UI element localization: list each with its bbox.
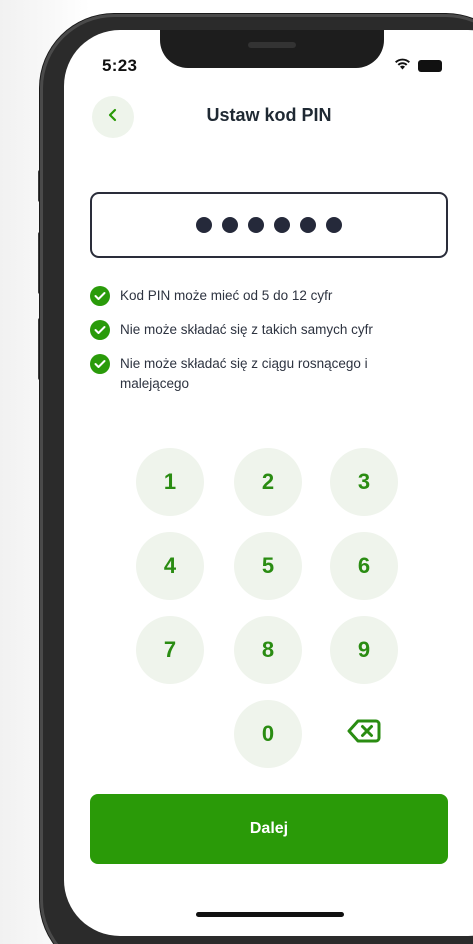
pin-input[interactable] xyxy=(90,192,448,258)
key-9[interactable]: 9 xyxy=(330,616,398,684)
status-time: 5:23 xyxy=(102,56,138,75)
key-4[interactable]: 4 xyxy=(136,532,204,600)
pin-rules-list: Kod PIN może mieć od 5 do 12 cyfr Nie mo… xyxy=(90,286,430,408)
battery-icon xyxy=(418,60,442,72)
pin-rule: Kod PIN może mieć od 5 do 12 cyfr xyxy=(90,286,430,306)
key-8[interactable]: 8 xyxy=(234,616,302,684)
pin-dot xyxy=(274,217,290,233)
check-circle-icon xyxy=(90,286,110,306)
check-circle-icon xyxy=(90,354,110,374)
status-icons xyxy=(394,57,442,75)
pin-dot xyxy=(326,217,342,233)
pin-dot xyxy=(248,217,264,233)
next-button[interactable]: Dalej xyxy=(90,794,448,864)
page-title: Ustaw kod PIN xyxy=(206,105,332,125)
phone-screen: 5:23 Ustaw kod PIN Kod PIN może mieć od … xyxy=(64,30,473,936)
notch xyxy=(160,30,384,68)
wifi-icon xyxy=(394,57,411,75)
key-6[interactable]: 6 xyxy=(330,532,398,600)
key-3[interactable]: 3 xyxy=(330,448,398,516)
key-5[interactable]: 5 xyxy=(234,532,302,600)
stage: 5:23 Ustaw kod PIN Kod PIN może mieć od … xyxy=(0,0,473,944)
pin-rule-text: Nie może składać się z takich samych cyf… xyxy=(120,322,373,337)
home-indicator xyxy=(196,912,344,917)
pin-dot xyxy=(196,217,212,233)
pin-dot xyxy=(222,217,238,233)
pin-rule-text: Nie może składać się z ciągu rosnącego i… xyxy=(120,356,368,391)
key-0[interactable]: 0 xyxy=(234,700,302,768)
speaker-grille xyxy=(248,42,296,48)
backspace-icon xyxy=(347,718,381,750)
pin-rule: Nie może składać się z takich samych cyf… xyxy=(90,320,430,340)
key-7[interactable]: 7 xyxy=(136,616,204,684)
pin-rule: Nie może składać się z ciągu rosnącego i… xyxy=(90,354,430,394)
check-circle-icon xyxy=(90,320,110,340)
pin-dot xyxy=(300,217,316,233)
pin-rule-text: Kod PIN może mieć od 5 do 12 cyfr xyxy=(120,288,333,303)
key-2[interactable]: 2 xyxy=(234,448,302,516)
key-1[interactable]: 1 xyxy=(136,448,204,516)
delete-key[interactable] xyxy=(330,700,398,768)
